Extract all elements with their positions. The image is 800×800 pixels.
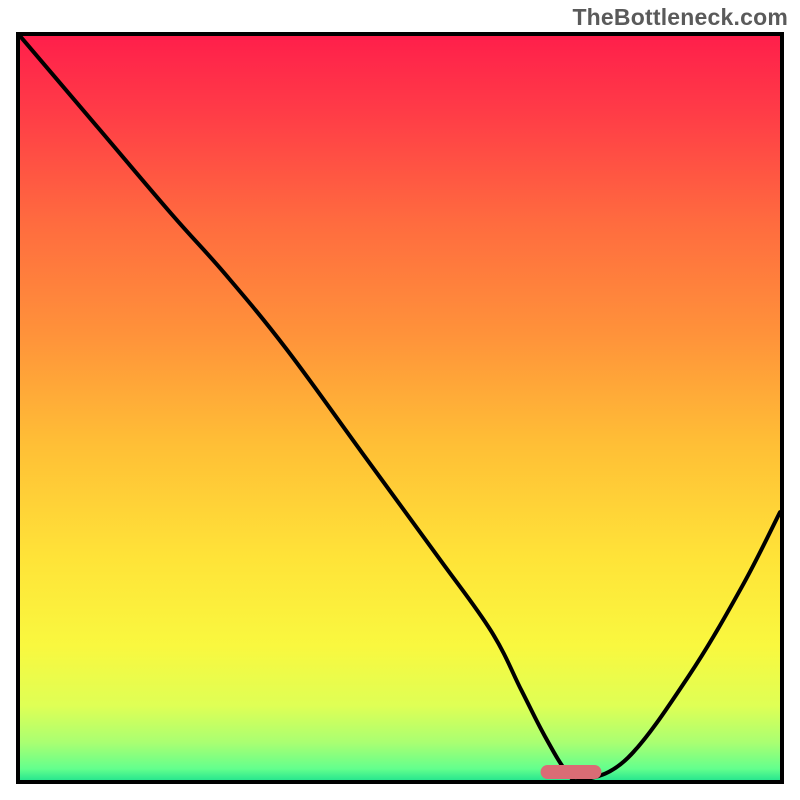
plot-svg bbox=[20, 36, 780, 780]
plot-frame bbox=[16, 32, 784, 784]
chart-container: TheBottleneck.com bbox=[0, 0, 800, 800]
gradient-background bbox=[20, 36, 780, 780]
optimal-marker bbox=[541, 765, 602, 779]
watermark-text: TheBottleneck.com bbox=[572, 4, 788, 31]
